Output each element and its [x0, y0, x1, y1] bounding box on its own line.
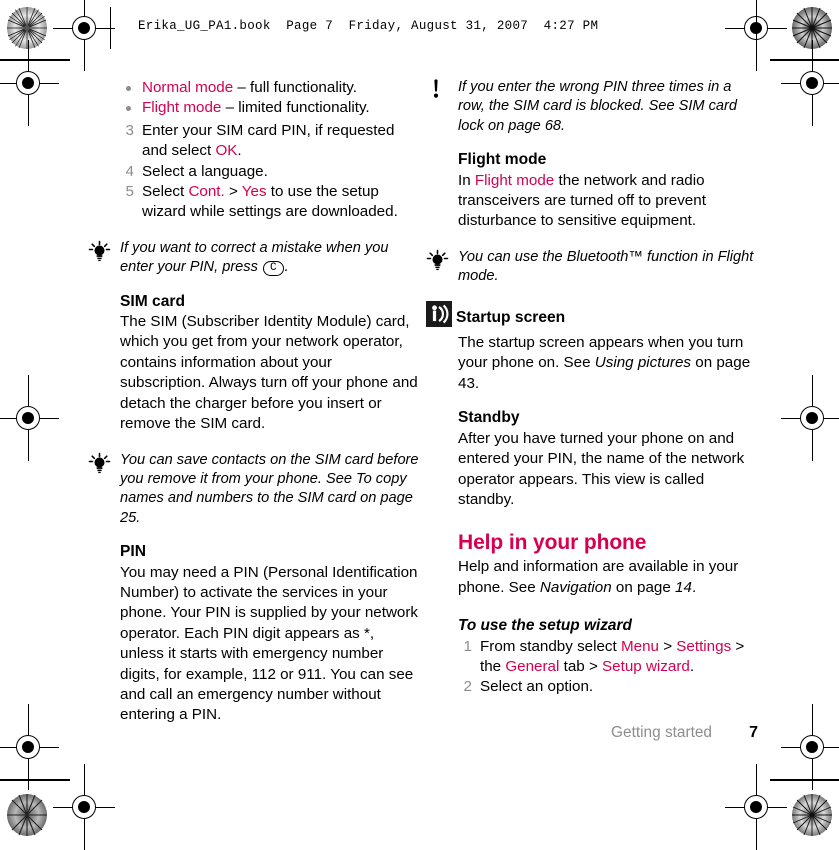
setup-wizard-procedure-title: To use the setup wizard	[458, 617, 632, 635]
list-item: Normal mode – full functionality.	[120, 78, 420, 98]
warning-text: If you enter the wrong PIN three times i…	[458, 79, 738, 134]
registration-mark-bottom-right	[725, 764, 787, 850]
trim-rule-bottom-right	[770, 779, 839, 781]
setup-wizard-steps-list: 1 From standby select Menu > Settings > t…	[458, 637, 758, 698]
file-slug-line: Erika_UG_PA1.book Page 7 Friday, August …	[138, 19, 599, 33]
list-item: 5 Select Cont. > Yes to use the setup wiz…	[120, 182, 420, 223]
help-paragraph: Help and information are available in yo…	[458, 557, 758, 598]
mode-description: – limited functionality.	[221, 99, 370, 117]
step-text-tail: .	[237, 142, 242, 160]
tip-text: You can use the Bluetooth™ function in F…	[458, 248, 754, 285]
slug-divider-right	[756, 7, 757, 49]
page-body: Normal mode – full functionality. Flight…	[0, 78, 839, 768]
step-text: Select an option.	[480, 678, 594, 696]
clear-key-icon: C	[262, 261, 284, 277]
bullet-dot-icon	[126, 105, 131, 111]
flight-mode-text-pre: In	[458, 171, 475, 189]
ui-reference: Menu	[620, 637, 659, 655]
mode-name: Normal mode	[142, 79, 234, 96]
tip-callout-save-contacts: You can save contacts on the SIM card be…	[88, 451, 420, 529]
mode-description: – full functionality.	[233, 79, 357, 96]
startup-steps-list: 3 Enter your SIM card PIN, if requested a…	[120, 121, 420, 223]
startup-screen-paragraph: The startup screen appears when you turn…	[458, 333, 758, 394]
list-item: 4 Select a language.	[120, 162, 420, 182]
list-item: Flight mode – limited functionality.	[120, 98, 420, 118]
mode-bullet-list: Normal mode – full functionality. Flight…	[120, 78, 420, 119]
step-text: From standby select	[480, 637, 621, 655]
pin-heading: PIN	[120, 543, 146, 561]
cross-reference: Using pictures	[594, 354, 692, 372]
ui-reference: Cont.	[188, 183, 225, 201]
flight-mode-heading: Flight mode	[458, 151, 547, 169]
trim-rule-top-right	[770, 59, 839, 61]
registration-mark-top-left	[53, 0, 115, 71]
startup-screen-heading: Startup screen	[426, 300, 758, 333]
tip-callout-correct-mistake: If you want to correct a mistake when yo…	[88, 239, 420, 278]
trim-rule-top-left	[0, 59, 70, 61]
flight-mode-paragraph: In Flight mode the network and radio tra…	[458, 171, 758, 232]
step-text: Select	[142, 183, 189, 201]
bullet-dot-icon	[126, 85, 131, 91]
cross-reference: Navigation	[539, 578, 612, 596]
list-item: 3 Enter your SIM card PIN, if requested a…	[120, 121, 420, 162]
step-separator: tab >	[559, 657, 603, 675]
help-text-post: .	[691, 578, 697, 596]
startup-screen-heading-label: Startup screen	[456, 308, 566, 326]
step-text-tail: .	[689, 657, 695, 675]
rosette-mark-bottom-right	[791, 793, 833, 837]
step-number: 4	[125, 162, 134, 180]
exclamation-icon	[426, 79, 452, 101]
lightbulb-icon	[426, 249, 452, 271]
broadcast-square-icon	[426, 300, 452, 333]
right-column: If you enter the wrong PIN three times i…	[426, 78, 758, 698]
list-item: 2 Select an option.	[458, 677, 758, 697]
footer-section-label: Getting started	[611, 724, 712, 741]
ui-reference: Setup wizard	[602, 657, 690, 675]
sim-card-paragraph: The SIM (Subscriber Identity Module) car…	[120, 313, 418, 433]
sim-card-heading: SIM card	[120, 292, 185, 310]
step-text: Enter your SIM card PIN, if requested an…	[142, 121, 395, 160]
left-column: Normal mode – full functionality. Flight…	[88, 78, 420, 726]
pin-paragraph: You may need a PIN (Personal Identificat…	[120, 563, 419, 724]
step-number: 2	[463, 678, 472, 696]
step-separator: >	[658, 637, 677, 655]
help-text-mid: on page	[611, 578, 676, 596]
mode-name: Flight mode	[142, 99, 222, 117]
ui-reference: Flight mode	[474, 171, 555, 189]
ui-reference: General	[505, 657, 560, 675]
ui-reference: OK	[215, 142, 238, 160]
tip-text: If you want to correct a mistake when yo…	[120, 239, 389, 276]
step-number: 3	[125, 121, 134, 139]
footer-page-number: 7	[749, 724, 758, 741]
rosette-mark-bottom-left	[6, 793, 48, 837]
tip-callout-bluetooth: You can use the Bluetooth™ function in F…	[426, 248, 758, 287]
list-item: 1 From standby select Menu > Settings > t…	[458, 637, 758, 678]
standby-heading: Standby	[458, 409, 520, 427]
slug-divider-left	[110, 7, 111, 49]
lightbulb-icon	[88, 452, 114, 474]
tip-text-tail: .	[284, 259, 289, 276]
warning-callout-pin-blocked: If you enter the wrong PIN three times i…	[426, 78, 758, 136]
trim-rule-bottom-left	[0, 779, 70, 781]
step-text: Select a language.	[142, 162, 268, 180]
step-number: 1	[463, 637, 472, 655]
step-separator: >	[224, 183, 242, 201]
step-number: 5	[125, 183, 134, 201]
registration-mark-bottom-left	[53, 764, 115, 850]
ui-reference: Yes	[241, 183, 267, 201]
cross-reference-page: 14	[675, 578, 692, 596]
tip-text: You can save contacts on the SIM card be…	[120, 451, 419, 526]
standby-paragraph: After you have turned your phone on and …	[458, 429, 745, 508]
help-section-heading: Help in your phone	[458, 531, 647, 555]
ui-reference: Settings	[676, 637, 732, 655]
lightbulb-icon	[88, 240, 114, 262]
